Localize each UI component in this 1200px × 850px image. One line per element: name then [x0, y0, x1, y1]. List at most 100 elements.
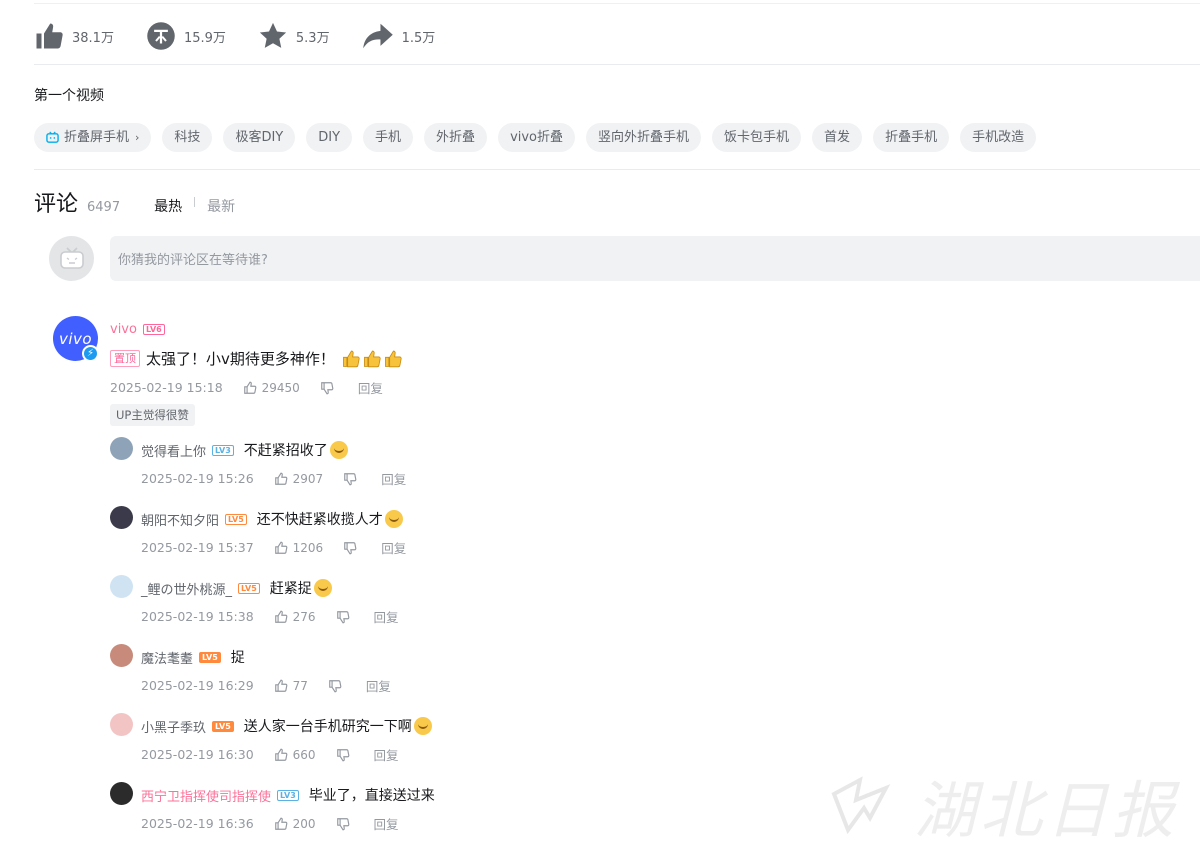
tag-item[interactable]: 科技 — [162, 123, 213, 152]
thumb-up-icon — [36, 23, 63, 49]
reply-time: 2025-02-19 15:26 — [141, 471, 254, 486]
reply-text: 不赶紧招收了 — [243, 443, 328, 459]
level-badge: LV5 — [212, 720, 234, 732]
doge-emoji-icon — [413, 717, 432, 735]
reply-text: 还不快赶紧收揽人才 — [256, 512, 383, 528]
thumb-down-outline-icon — [344, 472, 357, 485]
reply-like-button[interactable]: 200 — [274, 817, 316, 831]
reply-avatar[interactable] — [110, 575, 133, 598]
reply-button[interactable]: 回复 — [366, 676, 391, 695]
reply-dislike-button[interactable] — [336, 610, 350, 624]
like-button[interactable]: 38.1万 — [34, 21, 114, 51]
tag-item[interactable]: 竖向外折叠手机 — [586, 123, 702, 152]
reply-username[interactable]: _鲤の世外桃源_ — [141, 579, 232, 598]
my-avatar[interactable] — [49, 236, 94, 281]
reply-button[interactable]: 回复 — [358, 378, 383, 397]
thumbs-up-emoji-icon — [342, 350, 360, 367]
reply-like-button[interactable]: 1206 — [274, 541, 323, 555]
reply-dislike-button[interactable] — [336, 748, 350, 762]
thumb-up-outline-icon — [274, 472, 288, 485]
thumbs-up-emoji-group — [341, 349, 404, 369]
tag-item[interactable]: DIY — [306, 123, 353, 152]
doge-emoji-icon — [384, 510, 403, 528]
comment-text: 太强了！小v期待更多神作！ — [146, 350, 335, 368]
like-count: 660 — [292, 747, 316, 762]
favorite-count: 5.3万 — [295, 30, 330, 46]
tag-item[interactable]: 饭卡包手机 — [712, 123, 802, 152]
tag-list: 折叠屏手机 › 科技 极客DIY DIY 手机 外折叠 vivo折叠 竖向外折叠… — [34, 123, 1047, 152]
divider — [34, 64, 1200, 65]
tag-item[interactable]: 手机 — [363, 123, 414, 152]
reply-content: 觉得看上你 LV3 不赶紧招收了 — [141, 440, 348, 460]
doge-emoji-icon — [329, 441, 348, 459]
reply-button[interactable]: 回复 — [381, 538, 406, 557]
comment-input[interactable]: 你猜我的评论区在等待谁? — [110, 236, 1200, 281]
reply-username[interactable]: 觉得看上你 — [141, 441, 206, 460]
reply-text: 捉 — [230, 650, 245, 666]
coin-button[interactable]: 15.9万 — [146, 21, 226, 51]
reply-meta: 2025-02-19 15:38 276 回复 — [141, 607, 399, 626]
reply-username[interactable]: 西宁卫指挥使司指挥使 — [141, 786, 271, 805]
thumb-up-outline-icon — [274, 748, 288, 761]
tag-topic[interactable]: 折叠屏手机 › — [34, 123, 152, 152]
divider — [34, 169, 1200, 170]
comment-meta: 2025-02-19 15:18 29450 回复 — [110, 378, 383, 397]
tag-item[interactable]: 折叠手机 — [873, 123, 950, 152]
tag-item[interactable]: 首发 — [812, 123, 863, 152]
reply-avatar[interactable] — [110, 782, 133, 805]
comment-dislike-button[interactable] — [320, 381, 334, 395]
thumb-up-outline-icon — [274, 679, 288, 692]
reply-button[interactable]: 回复 — [374, 607, 399, 626]
comments-count: 6497 — [87, 200, 121, 215]
chevron-right-icon: › — [135, 131, 140, 144]
thumb-down-outline-icon — [344, 541, 357, 554]
comment-content: 置顶 太强了！小v期待更多神作！ — [110, 348, 404, 369]
reply-time: 2025-02-19 15:37 — [141, 540, 254, 555]
reply-meta: 2025-02-19 15:26 2907 回复 — [141, 469, 406, 488]
reply-content: 西宁卫指挥使司指挥使 LV3 毕业了，直接送过来 — [141, 785, 435, 805]
reply-time: 2025-02-19 16:29 — [141, 678, 254, 693]
tag-item[interactable]: 手机改造 — [960, 123, 1037, 152]
reply-button[interactable]: 回复 — [374, 745, 399, 764]
comments-header: 评论 6497 最热 最新 — [34, 186, 235, 218]
reply-dislike-button[interactable] — [336, 817, 350, 831]
tag-item[interactable]: vivo折叠 — [498, 123, 576, 152]
reply-meta: 2025-02-19 15:37 1206 回复 — [141, 538, 406, 557]
reply-time: 2025-02-19 16:30 — [141, 747, 254, 762]
level-badge: LV3 — [277, 789, 299, 801]
reply-dislike-button[interactable] — [343, 472, 357, 486]
thumb-up-outline-icon — [274, 610, 288, 623]
level-badge: LV5 — [238, 582, 260, 594]
like-count: 2907 — [292, 471, 324, 486]
reply-like-button[interactable]: 276 — [274, 610, 316, 624]
level-badge: LV5 — [225, 513, 247, 525]
reply-like-button[interactable]: 2907 — [274, 471, 324, 486]
sort-new-tab[interactable]: 最新 — [207, 196, 235, 216]
reply-like-button[interactable]: 660 — [274, 748, 316, 762]
reply-username[interactable]: 小黑子季玖 — [141, 717, 206, 736]
username[interactable]: vivo — [110, 322, 137, 337]
reply-button[interactable]: 回复 — [374, 814, 399, 833]
reply-avatar[interactable] — [110, 437, 133, 460]
reply-avatar[interactable] — [110, 644, 133, 667]
comment-time: 2025-02-19 15:18 — [110, 380, 223, 395]
topic-tv-icon — [46, 131, 59, 143]
reply-dislike-button[interactable] — [328, 679, 342, 693]
thumb-down-outline-icon — [329, 679, 342, 692]
tag-item[interactable]: 外折叠 — [424, 123, 488, 152]
comment-like-button[interactable]: 29450 — [243, 381, 300, 395]
reply-avatar[interactable] — [110, 713, 133, 736]
reply-like-button[interactable]: 77 — [274, 679, 308, 693]
sort-hot-tab[interactable]: 最热 — [154, 196, 182, 216]
like-count: 38.1万 — [72, 30, 114, 46]
favorite-button[interactable]: 5.3万 — [258, 21, 330, 51]
watermark: 湖北日报 — [830, 760, 1178, 850]
tag-item[interactable]: 极客DIY — [223, 123, 296, 152]
thumbs-up-emoji-icon — [363, 350, 381, 367]
reply-button[interactable]: 回复 — [381, 469, 406, 488]
reply-dislike-button[interactable] — [343, 541, 357, 555]
reply-username[interactable]: 魔法耄耋 — [141, 648, 193, 667]
reply-avatar[interactable] — [110, 506, 133, 529]
reply-username[interactable]: 朝阳不知夕阳 — [141, 510, 219, 529]
share-button[interactable]: 1.5万 — [362, 21, 435, 51]
